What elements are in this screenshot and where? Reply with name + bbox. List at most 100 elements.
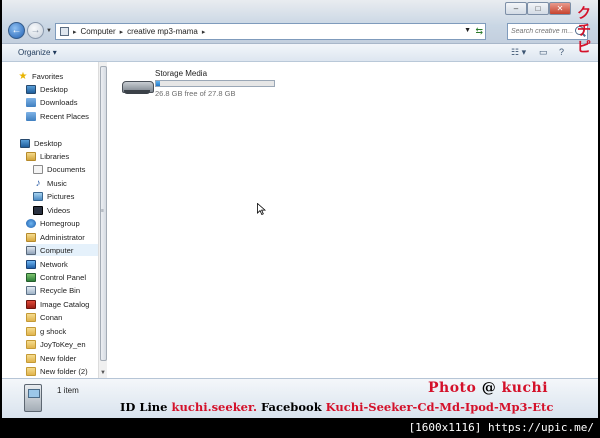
- id-line-label: ID Line: [120, 400, 168, 414]
- address-bar[interactable]: ▸ Computer ▸ creative mp3-mama ▸ ▼ ⇆: [55, 23, 486, 40]
- content-pane: Storage Media 26.8 GB free of 27.8 GB: [108, 62, 598, 378]
- network-icon: [26, 259, 36, 269]
- sidebar-item-label: Control Panel: [40, 272, 87, 282]
- minimize-button[interactable]: –: [505, 2, 527, 15]
- sidebar-item-conan[interactable]: Conan: [26, 311, 62, 323]
- sidebar-item-recent-places[interactable]: Recent Places: [26, 110, 89, 122]
- watermark-char: ク: [577, 6, 591, 22]
- sidebar-item-label: Conan: [40, 312, 63, 322]
- sidebar-item-recycle-bin[interactable]: Recycle Bin: [26, 284, 80, 296]
- sidebar-item-pictures[interactable]: Pictures: [33, 190, 74, 202]
- sidebar-item-label: New folder: [40, 353, 77, 363]
- watermark-at: @: [481, 380, 497, 396]
- watermark-char: ピ: [577, 40, 591, 56]
- sidebar-item-libraries[interactable]: Libraries: [26, 150, 69, 162]
- scroll-down-icon[interactable]: ▼: [100, 370, 106, 376]
- organize-label: Organize: [18, 48, 51, 57]
- sidebar-item-label: Homegroup: [40, 218, 80, 228]
- sidebar-item-image-catalog[interactable]: Image Catalog: [26, 298, 89, 310]
- sidebar-item-label: JoyToKey_en: [40, 339, 86, 349]
- sidebar-item-label: Music: [47, 178, 67, 188]
- sidebar-item-label: Favorites: [32, 71, 64, 81]
- drive-tile[interactable]: Storage Media 26.8 GB free of 27.8 GB: [120, 67, 280, 103]
- watermark-contact-line: ID Line kuchi.seeker. Facebook Kuchi-See…: [120, 400, 553, 414]
- chevron-right-icon[interactable]: ▸: [120, 28, 124, 36]
- explorer-window: – □ ✕ ← → ▼ ▸ Computer ▸ creative mp3-ma…: [2, 0, 598, 418]
- homegroup-icon: [26, 218, 36, 228]
- facebook-label: Facebook: [261, 400, 322, 414]
- history-dropdown-icon[interactable]: ▼: [46, 28, 52, 34]
- sidebar-item-homegroup[interactable]: Homegroup: [26, 217, 80, 229]
- search-input[interactable]: [508, 24, 574, 39]
- sidebar-item-desktop-fav[interactable]: Desktop: [26, 83, 68, 95]
- folder-icon: [26, 366, 36, 376]
- sidebar-item-label: Image Catalog: [40, 299, 90, 309]
- sidebar-item-new-folder[interactable]: New folder: [26, 352, 76, 364]
- sidebar-item-new-folder-2[interactable]: New folder (2): [26, 365, 88, 377]
- desktop-icon: [26, 84, 36, 94]
- chevron-right-icon[interactable]: ▸: [73, 28, 77, 36]
- preview-pane-icon[interactable]: ▭: [539, 47, 548, 58]
- sidebar-item-g-shock[interactable]: g shock: [26, 325, 66, 337]
- facebook-value: Kuchi-Seeker-Cd-Md-Ipod-Mp3-Etc: [325, 400, 554, 414]
- chevron-right-icon[interactable]: ▸: [202, 28, 206, 36]
- address-dropdown-icon[interactable]: ▼: [464, 27, 471, 34]
- folder-icon: [26, 312, 36, 322]
- arrow-left-icon: ←: [11, 25, 22, 36]
- sidebar-item-label: Network: [40, 259, 68, 269]
- sidebar-item-label: g shock: [40, 326, 67, 336]
- drive-free-space: 26.8 GB free of 27.8 GB: [155, 89, 236, 98]
- sidebar-item-computer[interactable]: Computer: [26, 244, 98, 256]
- arrow-right-icon: →: [30, 25, 41, 36]
- sidebar-item-label: Desktop: [40, 84, 68, 94]
- close-button[interactable]: ✕: [549, 2, 571, 15]
- breadcrumb-computer[interactable]: Computer: [81, 27, 116, 36]
- device-icon: [24, 384, 42, 412]
- sidebar-item-administrator[interactable]: Administrator: [26, 231, 85, 243]
- help-icon[interactable]: ?: [559, 47, 564, 57]
- sidebar-item-downloads[interactable]: Downloads: [26, 96, 78, 108]
- music-note-icon: ♪: [35, 177, 41, 189]
- breadcrumb: ▸ Computer ▸ creative mp3-mama ▸: [69, 27, 209, 36]
- maximize-button[interactable]: □: [527, 2, 549, 15]
- navigation-pane: ★ Favorites Desktop Downloads Recent Pla…: [2, 62, 98, 378]
- sidebar-item-control-panel[interactable]: Control Panel: [26, 271, 86, 283]
- sidebar-item-label: Recent Places: [40, 111, 89, 121]
- videos-icon: [33, 205, 43, 215]
- user-folder-icon: [26, 232, 36, 242]
- sidebar-item-joytokey[interactable]: JoyToKey_en: [26, 338, 86, 350]
- sidebar-scrollbar[interactable]: ≡ ▼: [98, 62, 107, 378]
- desktop-icon: [20, 138, 30, 148]
- sidebar-item-label: Recycle Bin: [40, 285, 81, 295]
- watermark-vertical: ク チ ピ: [574, 6, 594, 57]
- view-options-icon[interactable]: ☷ ▾: [511, 47, 526, 58]
- organize-button[interactable]: Organize ▾: [18, 48, 57, 57]
- libraries-icon: [26, 151, 36, 161]
- sidebar-item-documents[interactable]: Documents: [33, 163, 85, 175]
- removable-drive-icon: [122, 81, 154, 94]
- mouse-pointer-icon: [257, 203, 266, 215]
- refresh-icon[interactable]: ⇆: [475, 26, 483, 37]
- computer-icon: [26, 245, 36, 255]
- breadcrumb-creative[interactable]: creative mp3-mama: [127, 27, 198, 36]
- star-icon: ★: [18, 70, 28, 82]
- downloads-icon: [26, 97, 36, 107]
- sidebar-item-videos[interactable]: Videos: [33, 204, 70, 216]
- recent-places-icon: [26, 111, 36, 121]
- sidebar-item-network[interactable]: Network: [26, 258, 68, 270]
- pictures-icon: [33, 191, 43, 201]
- item-count: 1 item: [57, 386, 79, 395]
- sidebar-item-label: Pictures: [47, 191, 75, 201]
- upic-watermark: [1600x1116] https://upic.me/: [405, 420, 597, 435]
- back-button[interactable]: ←: [8, 22, 25, 39]
- watermark-char: チ: [577, 23, 591, 39]
- sidebar-item-label: Desktop: [34, 138, 62, 148]
- sidebar-item-label: New folder (2): [40, 366, 88, 376]
- sidebar-item-desktop[interactable]: Desktop: [20, 137, 62, 149]
- drive-name: Storage Media: [155, 69, 208, 78]
- sidebar-item-favorites[interactable]: ★ Favorites: [18, 70, 64, 82]
- sidebar-item-music[interactable]: ♪ Music: [33, 177, 67, 189]
- computer-small-icon: [60, 27, 69, 36]
- forward-button[interactable]: →: [27, 22, 44, 39]
- folder-icon: [26, 339, 36, 349]
